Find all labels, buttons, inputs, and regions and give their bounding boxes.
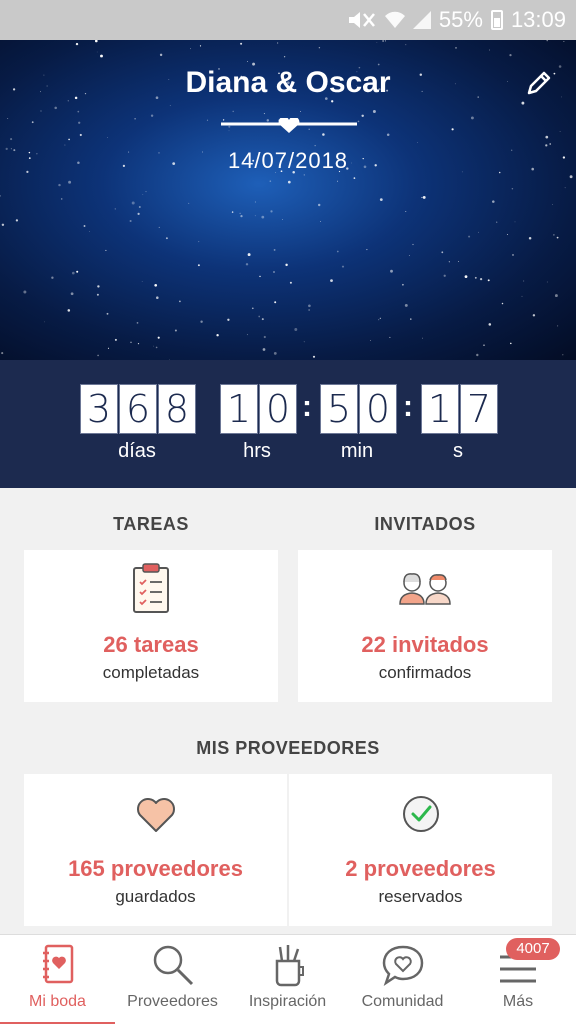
- couple-guests-icon: [399, 573, 451, 605]
- digit: 7: [460, 384, 498, 434]
- hours-digits: 1 0: [220, 384, 298, 434]
- proveedores-booked-card[interactable]: 2 proveedores reservados: [289, 774, 552, 926]
- wifi-icon: [384, 11, 405, 29]
- proveedores-booked-caption: reservados: [378, 887, 463, 906]
- tareas-title: TAREAS: [113, 514, 189, 534]
- heart-icon: [136, 798, 175, 832]
- separator: :: [403, 390, 413, 423]
- invitados-title: INVITADOS: [374, 514, 476, 534]
- nav-mi-boda[interactable]: Mi boda: [0, 935, 115, 1024]
- nav-inspiracion[interactable]: Inspiración: [230, 935, 345, 1024]
- proveedores-title: MIS PROVEEDORES: [196, 738, 380, 758]
- status-bar: 55% 13:09: [0, 0, 576, 40]
- battery-percent: 55%: [438, 7, 483, 32]
- hero-banner: Diana & Oscar 14/07/2018: [0, 40, 576, 360]
- chat-heart-icon: [382, 945, 423, 987]
- nav-label: Mi boda: [29, 993, 86, 1010]
- hours-label: hrs: [243, 440, 271, 462]
- countdown-timer: 3 6 8 1 0 : 5 0 : 1 7 días hrs min s: [0, 360, 576, 488]
- check-circle-icon: [402, 796, 439, 832]
- seconds-label: s: [453, 440, 463, 462]
- digit: 6: [119, 384, 157, 434]
- nav-comunidad[interactable]: Comunidad: [345, 935, 460, 1024]
- couple-name: Diana & Oscar: [185, 66, 391, 99]
- proveedores-booked-count: 2 proveedores: [345, 856, 496, 881]
- days-label: días: [118, 440, 156, 462]
- mute-icon: [347, 10, 377, 30]
- signal-icon: [412, 11, 431, 29]
- days-digits: 3 6 8: [80, 384, 197, 434]
- digit: 0: [259, 384, 297, 434]
- digit: 3: [80, 384, 118, 434]
- tareas-card[interactable]: 26 tareas completadas: [24, 550, 278, 702]
- bottom-navigation: Mi boda Proveedores Inspiración Comunida…: [0, 934, 576, 1024]
- proveedores-saved-count: 165 proveedores: [68, 856, 243, 881]
- nav-label: Más: [502, 993, 534, 1010]
- separator: :: [302, 390, 312, 423]
- minutes-digits: 5 0: [320, 384, 398, 434]
- digit: 1: [220, 384, 258, 434]
- tareas-count: 26 tareas: [103, 632, 199, 657]
- proveedores-saved-card[interactable]: 165 proveedores guardados: [24, 774, 287, 926]
- nav-label: Inspiración: [248, 993, 327, 1010]
- invitados-count: 22 invitados: [361, 632, 489, 657]
- digit: 8: [158, 384, 196, 434]
- tareas-caption: completadas: [102, 663, 200, 682]
- minutes-label: min: [340, 440, 374, 462]
- clipboard-checklist-icon: [133, 563, 169, 613]
- notification-badge: 4007: [506, 938, 560, 960]
- nav-label: Comunidad: [361, 993, 444, 1010]
- digit: 1: [421, 384, 459, 434]
- wedding-date: 14/07/2018: [227, 148, 349, 173]
- pencil-cup-icon: [275, 945, 304, 987]
- invitados-card[interactable]: 22 invitados confirmados: [298, 550, 552, 702]
- nav-proveedores[interactable]: Proveedores: [115, 935, 230, 1024]
- digit: 5: [320, 384, 358, 434]
- edit-pencil-icon[interactable]: [524, 68, 554, 98]
- invitados-caption: confirmados: [378, 663, 472, 682]
- clock: 13:09: [510, 7, 566, 32]
- search-icon: [153, 945, 193, 986]
- heart-divider-icon: [221, 118, 357, 133]
- seconds-digits: 1 7: [421, 384, 499, 434]
- nav-label: Proveedores: [127, 993, 218, 1010]
- digit: 0: [359, 384, 397, 434]
- notebook-icon: [42, 944, 73, 984]
- battery-icon: [490, 10, 503, 30]
- proveedores-saved-caption: guardados: [115, 887, 196, 906]
